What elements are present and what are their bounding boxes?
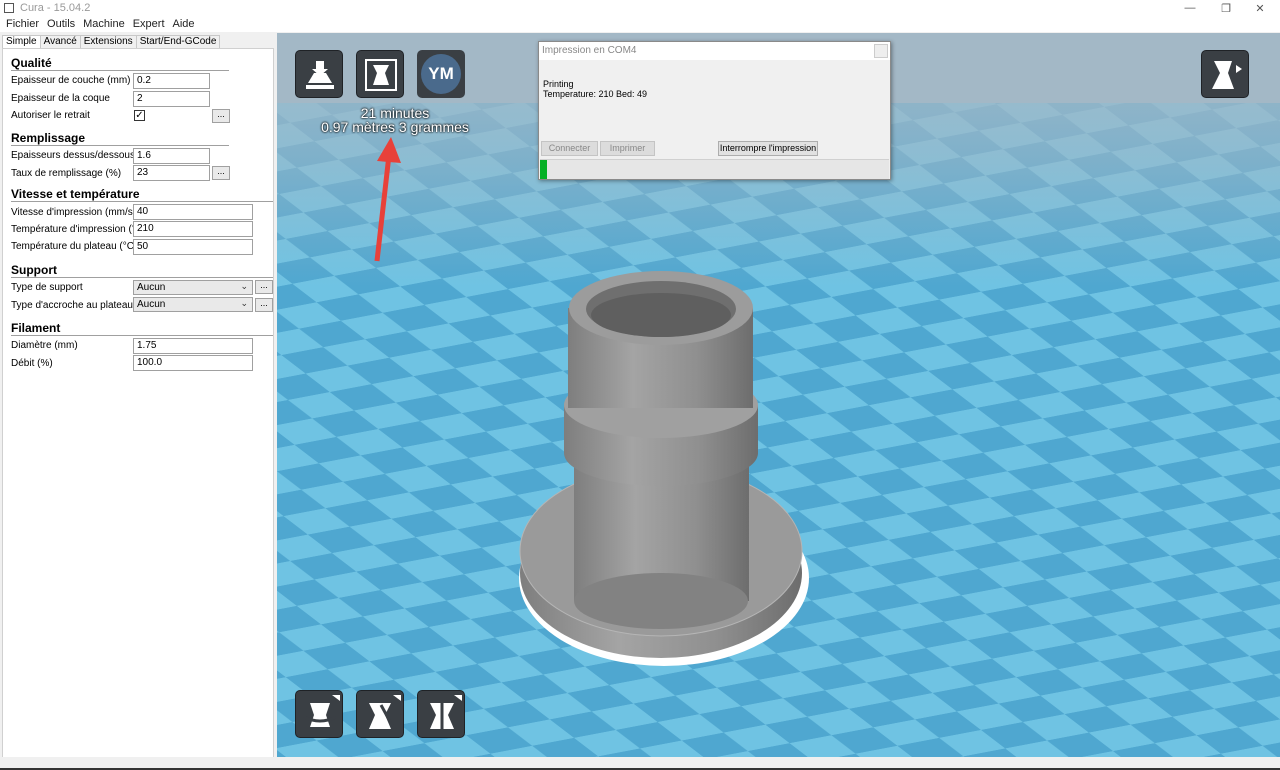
- print-speed-label: Vitesse d'impression (mm/s): [11, 207, 137, 218]
- fill-density-input[interactable]: 23: [133, 165, 210, 181]
- menu-fichier[interactable]: Fichier: [2, 18, 43, 30]
- support-type-more-button[interactable]: ...: [255, 280, 273, 294]
- bed-temp-label: Température du plateau (°C): [11, 241, 138, 252]
- section-divider: [11, 277, 273, 278]
- connect-button[interactable]: Connecter: [541, 141, 598, 156]
- chevron-down-icon: ⌄: [240, 298, 248, 308]
- print-status-temperature: Temperature: 210 Bed: 49: [543, 89, 648, 99]
- adhesion-select[interactable]: Aucun ⌄: [133, 297, 253, 312]
- ym-button[interactable]: YM: [417, 50, 465, 98]
- section-filament: Filament: [11, 321, 61, 335]
- view-mode-button[interactable]: [356, 50, 404, 98]
- scale-icon: [369, 695, 401, 729]
- print-temp-input[interactable]: 210: [133, 221, 253, 237]
- close-icon[interactable]: ✕: [1240, 0, 1280, 16]
- support-type-value: Aucun: [137, 282, 166, 293]
- fill-density-label: Taux de remplissage (%): [11, 168, 122, 179]
- section-vitesse: Vitesse et température: [11, 187, 140, 201]
- print-status: Printing Temperature: 210 Bed: 49: [543, 79, 647, 99]
- print-dialog-title: Impression en COM4: [539, 42, 890, 60]
- settings-sidebar: Simple Avancé Extensions Start/End-GCode…: [0, 33, 276, 770]
- support-type-select[interactable]: Aucun ⌄: [133, 280, 253, 295]
- rotate-button[interactable]: [295, 690, 343, 738]
- abort-print-button[interactable]: Interrompre l'impression: [718, 141, 818, 156]
- adhesion-value: Aucun: [137, 299, 166, 310]
- flow-input[interactable]: 100.0: [133, 355, 253, 371]
- adhesion-more-button[interactable]: ...: [255, 298, 273, 312]
- section-qualite: Qualité: [11, 56, 52, 70]
- status-bar: [0, 757, 1280, 770]
- view-options-button[interactable]: [1201, 50, 1249, 98]
- adhesion-label: Type d'accroche au plateau: [11, 300, 133, 311]
- print-progress-fill: [540, 160, 547, 179]
- section-divider: [11, 70, 229, 71]
- chevron-down-icon: ⌄: [240, 281, 248, 291]
- fill-density-more-button[interactable]: ...: [212, 166, 230, 180]
- section-support: Support: [11, 263, 57, 277]
- flow-label: Débit (%): [11, 358, 53, 369]
- print-status-state: Printing: [543, 79, 574, 89]
- menu-bar: Fichier Outils Machine Expert Aide: [0, 16, 1280, 32]
- rotate-icon: [303, 695, 340, 727]
- mirror-button[interactable]: [417, 690, 465, 738]
- print-speed-input[interactable]: 40: [133, 204, 253, 220]
- load-model-button[interactable]: [295, 50, 343, 98]
- settings-panel: Qualité Epaisseur de couche (mm) 0.2 Epa…: [2, 48, 274, 769]
- shell-thickness-input[interactable]: 2: [133, 91, 210, 107]
- print-temp-label: Température d'impression (°C): [11, 224, 147, 235]
- tab-gcode[interactable]: Start/End-GCode: [135, 35, 221, 49]
- view-mode-icon: [365, 59, 397, 91]
- print-time-estimate: 21 minutes: [360, 105, 430, 121]
- tab-extensions[interactable]: Extensions: [79, 35, 137, 49]
- shell-thickness-label: Epaisseur de la coque: [11, 93, 110, 104]
- menu-outils[interactable]: Outils: [43, 18, 79, 30]
- settings-tabs: Simple Avancé Extensions Start/End-GCode: [2, 35, 221, 50]
- support-type-label: Type de support: [11, 282, 83, 293]
- minimize-icon[interactable]: —: [1170, 0, 1210, 16]
- load-icon: [306, 61, 334, 89]
- scale-button[interactable]: [356, 690, 404, 738]
- layer-height-label: Epaisseur de couche (mm): [11, 75, 131, 86]
- menu-aide[interactable]: Aide: [169, 18, 199, 30]
- mirror-icon: [430, 695, 462, 733]
- window-title: Cura - 15.04.2: [20, 2, 91, 14]
- top-bottom-input[interactable]: 1.6: [133, 148, 210, 164]
- app-icon: [4, 3, 14, 13]
- section-divider: [11, 335, 273, 336]
- print-dialog: Impression en COM4 Printing Temperature:…: [538, 41, 891, 180]
- section-divider: [11, 145, 229, 146]
- menu-machine[interactable]: Machine: [79, 18, 129, 30]
- menu-expert[interactable]: Expert: [129, 18, 169, 30]
- close-icon[interactable]: [874, 44, 888, 58]
- print-material-estimate: 0.97 mètres 3 grammes: [321, 119, 469, 135]
- print-progress-bar: [540, 159, 889, 179]
- ym-badge: YM: [421, 54, 461, 94]
- retraction-checkbox[interactable]: ✓: [134, 110, 145, 121]
- diameter-input[interactable]: 1.75: [133, 338, 253, 354]
- section-divider: [11, 201, 273, 202]
- bed-temp-input[interactable]: 50: [133, 239, 253, 255]
- print-button[interactable]: Imprimer: [600, 141, 655, 156]
- title-bar: Cura - 15.04.2 — ❐ ✕: [0, 0, 1280, 16]
- retraction-label: Autoriser le retrait: [11, 110, 90, 121]
- tab-avance[interactable]: Avancé: [39, 35, 81, 49]
- view-options-icon: [1212, 61, 1242, 89]
- diameter-label: Diamètre (mm): [11, 340, 78, 351]
- retraction-more-button[interactable]: ...: [212, 109, 230, 123]
- section-remplissage: Remplissage: [11, 131, 86, 145]
- layer-height-input[interactable]: 0.2: [133, 73, 210, 89]
